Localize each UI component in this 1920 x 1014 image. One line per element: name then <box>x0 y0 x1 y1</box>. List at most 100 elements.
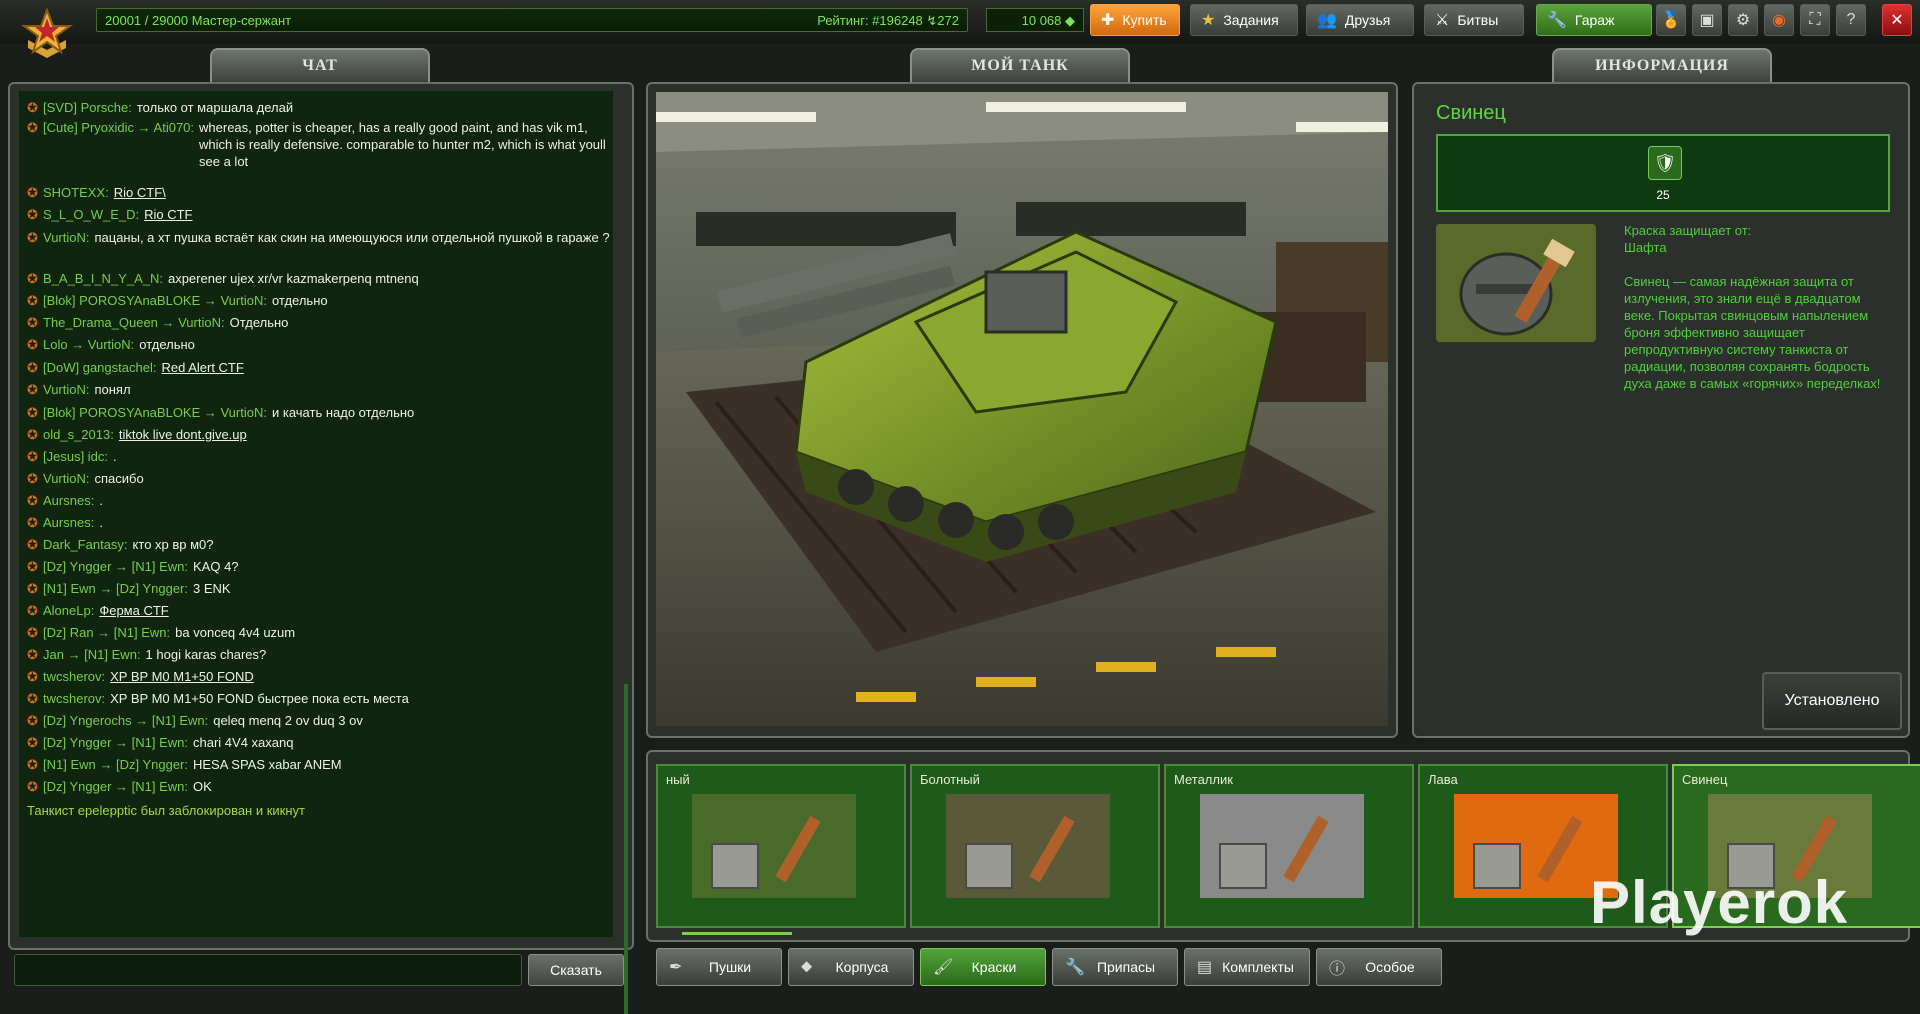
chat-nick[interactable]: SHOTEXX: <box>43 184 109 201</box>
chat-nick[interactable]: [N1] Ewn → [Dz] Yngger: <box>43 580 188 597</box>
category-supplies-button[interactable]: 🔧 Припасы <box>1052 948 1178 986</box>
category-guns-label: Пушки <box>708 959 752 975</box>
chat-text: ba vonceq 4v4 uzum <box>175 625 296 640</box>
item-scroll-indicator[interactable] <box>682 932 792 935</box>
category-special-button[interactable]: ⓘ Особое <box>1316 948 1442 986</box>
chat-message: ✪ [Blok] POROSYAnaBLOKE → VurtioN: отдельн… <box>27 292 612 309</box>
chat-scrollbar[interactable] <box>624 684 628 1014</box>
chat-message: ✪ [Blok] POROSYAnaBLOKE → VurtioN: и качат… <box>27 404 612 421</box>
chat-message: ✪ VurtioN: пацаны, а хт пушка встаёт как с… <box>27 229 612 246</box>
category-hulls-button[interactable]: ⬥ Корпуса <box>788 948 914 986</box>
paint-item-image <box>692 794 856 898</box>
tab-info[interactable]: ИНФОРМАЦИЯ <box>1552 48 1772 82</box>
chat-text: OK <box>193 779 212 794</box>
friends-button[interactable]: 👥 Друзья <box>1306 4 1414 36</box>
chat-message-list[interactable]: ✪ [SVD] Porsche: только от маршала делай ✪ [… <box>18 90 614 938</box>
chat-text[interactable]: tiktok live dont.give.up <box>119 426 247 443</box>
chat-nick[interactable]: [Cute] Pryoxidic → Ati070: <box>43 119 194 170</box>
chat-text[interactable]: Ферма CTF <box>99 602 168 619</box>
garage-label: Гараж <box>1574 12 1615 28</box>
category-paints-button[interactable]: 🖌 Краски <box>920 948 1046 986</box>
chat-nick[interactable]: [Dz] Yngger → [N1] Ewn: <box>43 778 188 795</box>
paint-item-card[interactable]: Болотный <box>910 764 1160 928</box>
chat-text: пацаны, а хт пушка встаёт как скин на им… <box>94 230 610 245</box>
chat-message: ✪ twcsherov: XP BP M0 M1+50 FOND быстрее п… <box>27 690 612 707</box>
paint-item-card[interactable]: Металлик <box>1164 764 1414 928</box>
fullscreen-button[interactable]: ⛶ <box>1800 4 1830 36</box>
chat-nick[interactable]: [Blok] POROSYAnaBLOKE → VurtioN: <box>43 292 267 309</box>
chat-text: Отдельно <box>229 315 289 330</box>
chat-nick[interactable]: B_A_B_I_N_Y_A_N: <box>43 270 163 287</box>
medal-button[interactable]: 🏅 <box>1656 4 1686 36</box>
chat-nick[interactable]: [Dz] Ran → [N1] Ewn: <box>43 624 170 641</box>
chat-input[interactable] <box>14 954 522 986</box>
chat-nick[interactable]: Aursnes: <box>43 514 94 531</box>
chat-message: ✪ old_s_2013: tiktok live dont.give.up <box>27 426 612 443</box>
buy-button[interactable]: ✚ Купить <box>1090 4 1180 36</box>
category-guns-button[interactable]: ✒ Пушки <box>656 948 782 986</box>
chat-nick[interactable]: twcsherov: <box>43 690 105 707</box>
paint-item-card[interactable]: ный <box>656 764 906 928</box>
chat-nick[interactable]: Jan → [N1] Ewn: <box>43 646 141 663</box>
chat-message: ✪ [N1] Ewn → [Dz] Yngger: HESA SPAS xabar … <box>27 756 612 773</box>
plus-icon: ✚ <box>1101 12 1115 29</box>
chat-text: 3 ENK <box>193 581 231 596</box>
sound-button[interactable]: ◉ <box>1764 4 1794 36</box>
tab-chat[interactable]: ЧАТ <box>210 48 430 82</box>
chat-nick[interactable]: Lolo → VurtioN: <box>43 336 134 353</box>
chat-nick[interactable]: VurtioN: <box>43 381 89 398</box>
chat-message: ✪ [Jesus] idc:. <box>27 448 612 465</box>
tank-shop-button[interactable]: ▣ <box>1692 4 1722 36</box>
chat-nick[interactable]: [Blok] POROSYAnaBLOKE → VurtioN: <box>43 404 267 421</box>
installed-button[interactable]: Установлено <box>1762 672 1902 730</box>
chat-nick[interactable]: old_s_2013: <box>43 426 114 443</box>
system-message: Танкист epelepptic был заблокирован и ки… <box>27 802 612 819</box>
chat-nick[interactable]: AloneLp: <box>43 602 94 619</box>
chat-text: . <box>99 493 103 508</box>
chat-nick[interactable]: Aursnes: <box>43 492 94 509</box>
sound-icon: ◉ <box>1772 12 1786 29</box>
chat-text[interactable]: Rio CTF\ <box>114 184 166 201</box>
missions-button[interactable]: ★ Задания <box>1190 4 1298 36</box>
tab-my-tank[interactable]: МОЙ ТАНК <box>910 48 1130 82</box>
chat-text[interactable]: Red Alert CTF <box>161 359 243 376</box>
chat-text[interactable]: Rio CTF <box>144 206 192 223</box>
tank-3d-view[interactable] <box>656 92 1388 726</box>
say-button[interactable]: Сказать <box>528 954 624 986</box>
kit-icon: ▤ <box>1197 959 1213 976</box>
chat-nick[interactable]: The_Drama_Queen → VurtioN: <box>43 314 225 331</box>
rank-badge-icon: ✪ <box>27 120 38 135</box>
chat-nick[interactable]: [SVD] Porsche: <box>43 99 132 116</box>
paint-item-image <box>1200 794 1364 898</box>
chat-nick[interactable]: VurtioN: <box>43 229 89 246</box>
chat-nick[interactable]: [N1] Ewn → [Dz] Yngger: <box>43 756 188 773</box>
friends-icon: 👥 <box>1317 12 1337 29</box>
chat-nick[interactable]: [DoW] gangstachel: <box>43 359 156 376</box>
rank-badge-icon: ✪ <box>27 471 38 486</box>
garage-button[interactable]: 🔧 Гараж <box>1536 4 1652 36</box>
medal-icon: 🏅 <box>1661 12 1681 29</box>
rank-badge-icon: ✪ <box>27 669 38 684</box>
paint-item-name: Металлик <box>1174 772 1233 787</box>
chat-text[interactable]: XP BP M0 M1+50 FOND <box>110 668 254 685</box>
chat-nick[interactable]: VurtioN: <box>43 470 89 487</box>
chat-text: . <box>113 449 117 464</box>
settings-button[interactable]: ⚙ <box>1728 4 1758 36</box>
rank-title: Мастер-сержант <box>191 13 292 28</box>
paint-item-name: Лава <box>1428 772 1458 787</box>
help-button[interactable]: ? <box>1836 4 1866 36</box>
chat-nick[interactable]: [Dz] Yngger → [N1] Ewn: <box>43 558 188 575</box>
crystals-balance: 10 068 ◆ <box>986 8 1084 32</box>
category-kits-button[interactable]: ▤ Комплекты <box>1184 948 1310 986</box>
category-hulls-label: Корпуса <box>835 959 889 975</box>
chat-nick[interactable]: twcsherov: <box>43 668 105 685</box>
chat-nick[interactable]: Dark_Fantasy: <box>43 536 128 553</box>
battles-button[interactable]: ⚔ Битвы <box>1424 4 1524 36</box>
chat-nick[interactable]: [Jesus] idc: <box>43 448 108 465</box>
chat-nick[interactable]: S_L_O_W_E_D: <box>43 206 139 223</box>
item-description: Краска защищает от: Шафта Свинец — самая… <box>1624 222 1892 392</box>
close-button[interactable]: ✕ <box>1882 4 1912 36</box>
chat-nick[interactable]: [Dz] Yngger → [N1] Ewn: <box>43 734 188 751</box>
chat-nick[interactable]: [Dz] Yngerochs → [N1] Ewn: <box>43 712 208 729</box>
rank-star-icon <box>18 6 76 64</box>
